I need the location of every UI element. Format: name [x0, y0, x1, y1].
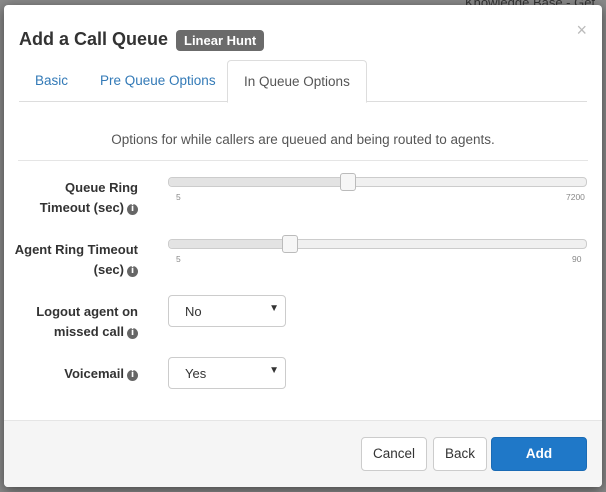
agent-ring-timeout-max: 90 — [572, 254, 582, 264]
logout-agent-label-line2: missed call — [53, 324, 124, 339]
tab-bar: Basic Pre Queue Options In Queue Options — [19, 60, 587, 103]
logout-agent-label: Logout agent on missed call i — [14, 302, 138, 342]
pane-description: Options for while callers are queued and… — [111, 132, 495, 147]
voicemail-value: Yes — [185, 366, 207, 381]
queue-ring-timeout-max: 7200 — [566, 192, 585, 202]
logout-agent-value: No — [185, 304, 202, 319]
info-icon[interactable]: i — [127, 370, 138, 381]
queue-ring-timeout-label-line1: Queue Ring — [65, 180, 138, 195]
agent-ring-timeout-slider-handle[interactable] — [281, 235, 298, 253]
queue-ring-timeout-slider-fill — [169, 178, 349, 186]
add-button[interactable]: Add — [491, 437, 587, 471]
cancel-button[interactable]: Cancel — [361, 437, 427, 471]
agent-ring-timeout-slider-fill — [169, 240, 290, 248]
tab-in-queue-options[interactable]: In Queue Options — [227, 60, 367, 103]
info-icon[interactable]: i — [127, 328, 138, 339]
queue-ring-timeout-slider-handle[interactable] — [340, 173, 357, 191]
info-icon[interactable]: i — [127, 204, 138, 215]
agent-ring-timeout-label: Agent Ring Timeout (sec) i — [14, 240, 138, 280]
tab-pre-queue-options[interactable]: Pre Queue Options — [84, 60, 232, 100]
queue-ring-timeout-label: Queue Ring Timeout (sec) i — [14, 178, 138, 218]
add-call-queue-modal: Add a Call Queue Linear Hunt × Basic Pre… — [4, 5, 602, 487]
agent-ring-timeout-slider[interactable] — [168, 235, 587, 253]
modal-footer: Cancel Back Add — [4, 420, 602, 487]
logout-agent-select[interactable]: No ▼ — [168, 295, 286, 327]
agent-ring-timeout-label-line1: Agent Ring Timeout — [14, 242, 138, 257]
divider — [18, 160, 588, 161]
voicemail-label: Voicemail i — [14, 364, 138, 384]
in-queue-options-pane: Options for while callers are queued and… — [4, 102, 602, 421]
info-icon[interactable]: i — [127, 266, 138, 277]
chevron-down-icon: ▼ — [269, 365, 279, 376]
close-icon[interactable]: × — [576, 20, 587, 41]
queue-ring-timeout-min: 5 — [176, 192, 181, 202]
chevron-down-icon: ▼ — [269, 303, 279, 314]
agent-ring-timeout-label-line2: (sec) — [93, 262, 124, 277]
back-button[interactable]: Back — [433, 437, 487, 471]
queue-ring-timeout-label-line2: Timeout (sec) — [39, 200, 124, 215]
voicemail-select[interactable]: Yes ▼ — [168, 357, 286, 389]
logout-agent-label-line1: Logout agent on — [36, 304, 138, 319]
tab-basic[interactable]: Basic — [19, 60, 84, 100]
agent-ring-timeout-min: 5 — [176, 254, 181, 264]
queue-ring-timeout-slider[interactable] — [168, 173, 587, 191]
voicemail-label-text: Voicemail — [64, 366, 124, 381]
modal-title: Add a Call Queue — [19, 29, 169, 49]
queue-type-badge: Linear Hunt — [176, 30, 265, 51]
